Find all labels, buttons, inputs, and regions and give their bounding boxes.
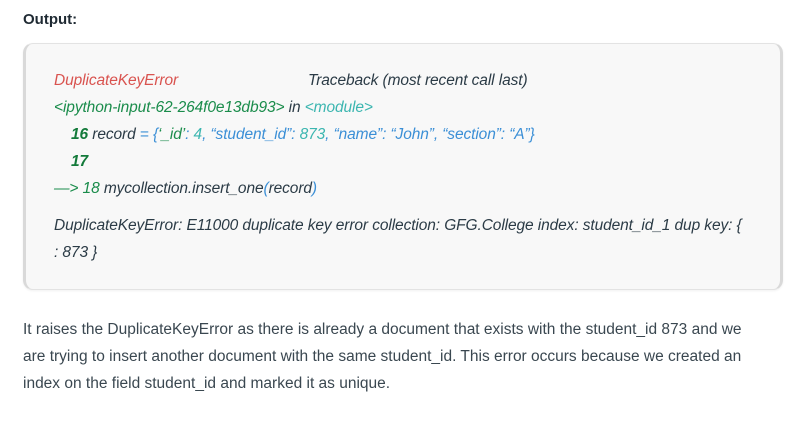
dict-separator: ,	[325, 126, 334, 143]
explanation-paragraph: It raises the DuplicateKeyError as there…	[23, 316, 783, 397]
dict-key-student-id: “student_id”	[210, 126, 292, 143]
line-number-17: 17	[71, 153, 89, 170]
error-message-line-2: : 873 }	[54, 244, 98, 261]
module-ref: <module>	[304, 99, 373, 116]
in-keyword: in	[284, 99, 305, 116]
explanation-line-2: are trying to insert another document wi…	[23, 348, 742, 365]
dict-key-section: “section”	[442, 126, 501, 143]
code-line-16: 16 record = {‘_id’: 4, “student_id”: 873…	[71, 126, 535, 144]
code-line-17: 17	[71, 153, 88, 171]
traceback-label: Traceback (most recent call last)	[308, 72, 528, 89]
error-name: DuplicateKeyError	[54, 72, 179, 89]
dict-colon: :	[291, 126, 300, 143]
explanation-line-1: It raises the DuplicateKeyError as there…	[23, 321, 742, 338]
dict-value-section: “A”	[509, 126, 530, 143]
traceback-header-line: DuplicateKeyError Traceback (most recent…	[54, 72, 528, 90]
dict-close-brace: }	[529, 126, 535, 143]
dict-value-id: 4	[193, 126, 203, 143]
insert-one-call: mycollection.insert_one	[99, 180, 264, 197]
output-label: Output:	[23, 11, 78, 28]
ipython-input-line: <ipython-input-62-264f0e13db93> in <modu…	[54, 99, 373, 117]
code-output-block: DuplicateKeyError Traceback (most recent…	[23, 43, 783, 290]
code-line-18: —> 18 mycollection.insert_one(record)	[54, 180, 317, 198]
dict-colon: :	[185, 126, 194, 143]
dict-key-name: “name”	[333, 126, 383, 143]
line-number-16: 16	[71, 126, 89, 143]
dict-colon: :	[500, 126, 510, 143]
explanation-line-3: index on the field student_id and marked…	[23, 375, 391, 392]
record-argument: record	[268, 180, 312, 197]
dict-value-student-id: 873	[299, 126, 326, 143]
error-message-line-1: DuplicateKeyError: E11000 duplicate key …	[54, 217, 742, 234]
dict-separator: ,	[202, 126, 211, 143]
assign-brace: = {	[139, 126, 159, 143]
ipython-input-ref: <ipython-input-62-264f0e13db93>	[54, 99, 285, 116]
dict-key-id: ‘_id’	[158, 126, 186, 143]
record-variable: record	[88, 126, 140, 143]
dict-value-name: “John”	[390, 126, 434, 143]
dict-separator: ,	[433, 126, 443, 143]
current-line-arrow: —> 18	[54, 180, 100, 197]
paren-close: )	[311, 180, 317, 197]
